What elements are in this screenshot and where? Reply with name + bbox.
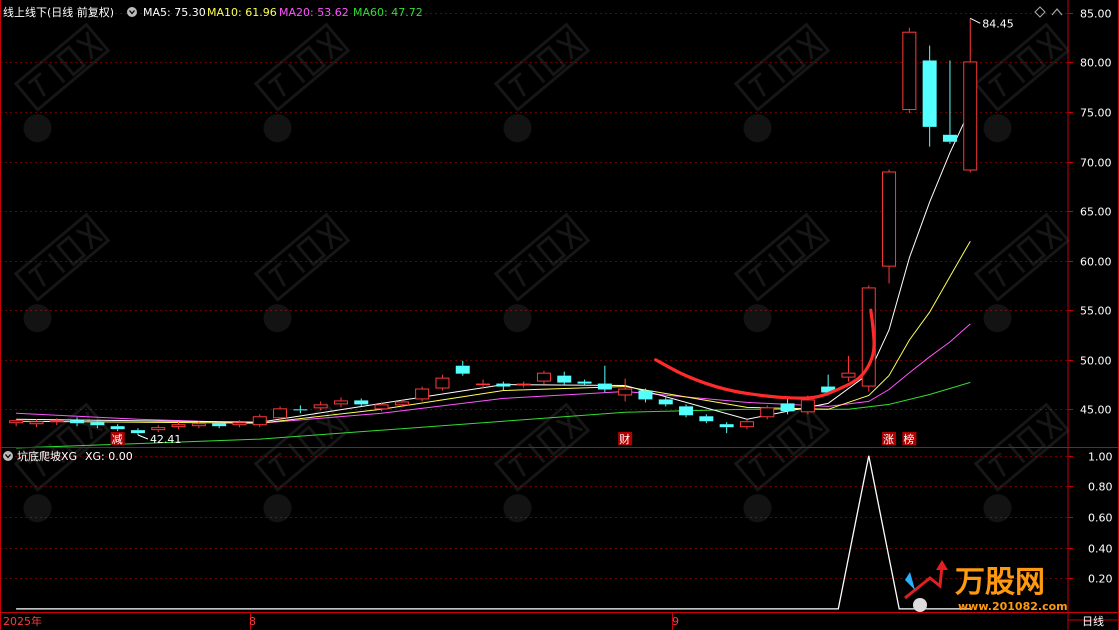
max-price-label: 84.45 [982,17,1014,30]
candle-body [577,381,592,384]
ma60-legend: MA60: 47.72 [353,6,423,19]
indicator-settings-icon[interactable] [3,451,13,461]
candle-body [638,390,653,400]
candle-body [435,377,450,389]
candle-body [151,427,166,431]
candle-up [902,27,917,113]
candle-body [374,404,389,410]
candle-body [212,423,227,427]
indicator-header: 坑底爬坡XG XG: 0.00 [3,449,133,463]
candle-body [70,420,85,424]
month-8-label: 8 [249,615,256,628]
candle-body [942,134,957,142]
price-tick-label: 85.00 [1080,8,1112,21]
candle-body [658,399,673,405]
indicator-tick-label: 0.40 [1088,543,1113,556]
month-9-label: 9 [672,615,679,628]
logo-url: www.201082.com [958,600,1068,613]
candle-body [882,171,897,267]
price-tick-label: 55.00 [1080,305,1112,318]
candle-body [313,404,328,409]
event-marker-label: 减 [112,433,123,446]
indicator-tick-label: 0.60 [1088,512,1113,525]
candle-body [252,416,267,426]
candle-body [841,372,856,378]
candle-body [415,388,430,400]
price-tick-label: 65.00 [1080,206,1112,219]
candle-body [394,401,409,406]
year-label: 2025年 [3,614,42,628]
candle-body [110,426,125,430]
period-label[interactable]: 日线 [1082,614,1104,628]
indicator-value: XG: 0.00 [85,450,133,463]
candle-body [902,31,917,111]
ma5-legend: MA5: 75.30 [143,6,206,19]
ma10-legend: MA10: 61.96 [207,6,277,19]
candle-body [699,416,714,422]
candle-body [333,400,348,405]
candle-body [679,406,694,416]
candle-body [618,388,633,396]
candle-body [29,421,44,425]
candle-body [191,423,206,427]
candle-body [780,403,795,412]
event-marker: 榜 [902,432,917,446]
price-tick-label: 80.00 [1080,57,1112,70]
candle-body [963,61,978,171]
candle-body [719,424,734,428]
candle-body [232,422,247,426]
candle-body [760,407,775,418]
event-marker: 涨 [882,432,897,446]
chart-title: 线上线下(日线 前复权) [3,5,114,19]
price-tick-label: 75.00 [1080,107,1112,120]
event-marker-label: 财 [619,432,630,446]
candle-body [273,408,288,419]
candle-body [171,424,186,428]
candle-body [354,400,369,405]
logo-text: 万股网 [955,565,1045,600]
candle-body [476,383,491,386]
candle-body [90,422,105,426]
candle-body [800,399,815,413]
candle-body [516,383,531,386]
indicator-tick-label: 0.20 [1088,573,1113,586]
candle-body [557,375,572,383]
candle-up [882,169,897,284]
price-tick-label: 50.00 [1080,355,1112,368]
event-marker-label: 榜 [903,432,914,446]
stock-chart-canvas: 45.00 50.00 55.00 60.00 65.00 70.00 75.00 80.00… [0,0,1119,630]
candle-up [760,405,775,420]
indicator-title: 坑底爬坡XG [17,449,77,463]
indicator-tick-label: 0.80 [1088,481,1113,494]
candle-body [597,383,612,390]
indicator-tick-label: 1.00 [1088,451,1113,464]
ma20-legend: MA20: 53.62 [279,6,349,19]
settings-icon[interactable] [127,7,137,17]
candle-body [49,420,64,423]
candle-body [739,421,754,428]
event-marker: 减 [110,432,125,446]
price-tick-label: 45.00 [1080,404,1112,417]
event-marker-label: 涨 [883,433,894,446]
candle-up [273,406,288,421]
candle-body [293,409,308,411]
event-marker: 财 [618,432,633,446]
candle-up [415,386,430,402]
candle-body [496,383,511,387]
candle-body [536,372,551,382]
candle-body [130,430,145,434]
candle-body [455,365,470,374]
candle-body [922,60,937,127]
candle-body [9,420,24,424]
min-price-label: 42.41 [150,433,182,446]
price-tick-label: 60.00 [1080,256,1112,269]
price-tick-label: 70.00 [1080,157,1112,170]
